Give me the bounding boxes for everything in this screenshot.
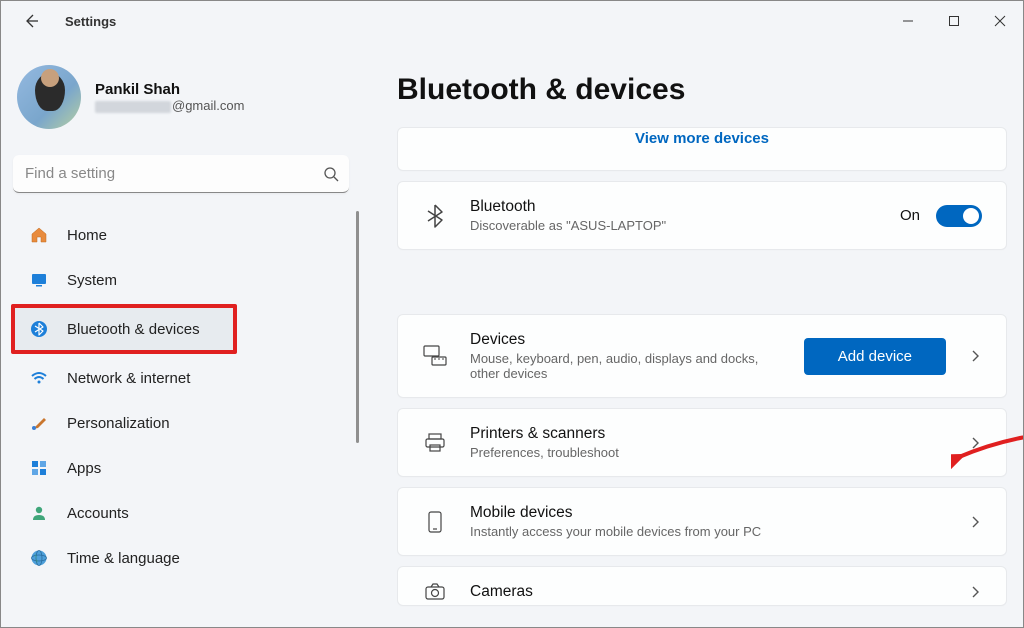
sidebar-item-label: Home: [67, 227, 107, 244]
bluetooth-subtitle: Discoverable as "ASUS-LAPTOP": [470, 218, 878, 233]
sidebar-item-personalization[interactable]: Personalization: [15, 402, 351, 444]
sidebar-item-bluetooth-devices[interactable]: Bluetooth & devices: [15, 308, 233, 350]
sidebar-scrollbar[interactable]: [356, 211, 359, 443]
app-title: Settings: [65, 14, 116, 29]
view-more-link[interactable]: View more devices: [635, 130, 769, 147]
bluetooth-text: Bluetooth Discoverable as "ASUS-LAPTOP": [470, 198, 878, 233]
close-icon: [994, 15, 1006, 27]
brush-icon: [29, 413, 49, 433]
sidebar-item-home[interactable]: Home: [15, 214, 351, 256]
devices-subtitle: Mouse, keyboard, pen, audio, displays an…: [470, 351, 782, 381]
nav: Home System Bluetooth & devices: [9, 211, 357, 582]
system-icon: [29, 270, 49, 290]
chevron-right-icon: [968, 349, 982, 363]
mobile-icon: [422, 511, 448, 533]
bluetooth-toggle-group: On: [900, 205, 982, 227]
add-device-button[interactable]: Add device: [804, 338, 946, 375]
mobile-title: Mobile devices: [470, 504, 946, 522]
bluetooth-state-label: On: [900, 207, 920, 224]
avatar: [17, 65, 81, 129]
devices-icon: [422, 345, 448, 367]
sidebar-item-apps[interactable]: Apps: [15, 447, 351, 489]
devices-text: Devices Mouse, keyboard, pen, audio, dis…: [470, 331, 782, 381]
maximize-button[interactable]: [931, 5, 977, 37]
devices-title: Devices: [470, 331, 782, 349]
bluetooth-title: Bluetooth: [470, 198, 878, 216]
bluetooth-toggle[interactable]: [936, 205, 982, 227]
email-redacted: [95, 101, 171, 113]
page-title: Bluetooth & devices: [397, 73, 1007, 107]
chevron-right-icon: [968, 515, 982, 529]
titlebar: Settings: [1, 1, 1023, 41]
sidebar-item-accounts[interactable]: Accounts: [15, 492, 351, 534]
profile-text: Pankil Shah @gmail.com: [95, 81, 244, 113]
sidebar-item-label: Personalization: [67, 415, 170, 432]
sidebar-item-network[interactable]: Network & internet: [15, 357, 351, 399]
mobile-devices-card[interactable]: Mobile devices Instantly access your mob…: [397, 487, 1007, 556]
sidebar-item-label: Network & internet: [67, 370, 190, 387]
apps-icon: [29, 458, 49, 478]
titlebar-left: Settings: [15, 9, 116, 33]
search-icon: [323, 166, 339, 182]
camera-icon: [422, 583, 448, 601]
minimize-icon: [902, 15, 914, 27]
annotation-highlight-box: Bluetooth & devices: [11, 304, 237, 354]
chevron-right-icon: [968, 436, 982, 450]
sidebar-item-time-language[interactable]: Time & language: [15, 537, 351, 579]
layout: Pankil Shah @gmail.com Home: [1, 41, 1023, 627]
bluetooth-icon: [422, 203, 448, 229]
sidebar-item-label: Time & language: [67, 550, 180, 567]
main-content: Bluetooth & devices View more devices Bl…: [361, 41, 1023, 627]
sidebar: Pankil Shah @gmail.com Home: [1, 41, 361, 627]
email-domain: @gmail.com: [172, 98, 244, 113]
printers-subtitle: Preferences, troubleshoot: [470, 445, 946, 460]
printers-title: Printers & scanners: [470, 425, 946, 443]
globe-icon: [29, 548, 49, 568]
search-input[interactable]: [13, 155, 349, 193]
mobile-text: Mobile devices Instantly access your mob…: [470, 504, 946, 539]
printers-card[interactable]: Printers & scanners Preferences, trouble…: [397, 408, 1007, 477]
person-icon: [29, 503, 49, 523]
printers-text: Printers & scanners Preferences, trouble…: [470, 425, 946, 460]
bluetooth-icon: [29, 319, 49, 339]
bluetooth-card: Bluetooth Discoverable as "ASUS-LAPTOP" …: [397, 181, 1007, 250]
back-button[interactable]: [15, 9, 47, 33]
sidebar-item-label: Apps: [67, 460, 101, 477]
chevron-right-icon: [968, 585, 982, 599]
sidebar-item-label: Accounts: [67, 505, 129, 522]
printer-icon: [422, 433, 448, 453]
sidebar-item-label: Bluetooth & devices: [67, 321, 200, 338]
back-arrow-icon: [23, 13, 39, 29]
view-more-card[interactable]: View more devices: [397, 127, 1007, 171]
sidebar-item-system[interactable]: System: [15, 259, 351, 301]
search-container: [13, 155, 349, 193]
mobile-subtitle: Instantly access your mobile devices fro…: [470, 524, 946, 539]
devices-card[interactable]: Devices Mouse, keyboard, pen, audio, dis…: [397, 314, 1007, 398]
minimize-button[interactable]: [885, 5, 931, 37]
window-controls: [885, 5, 1023, 37]
sidebar-item-label: System: [67, 272, 117, 289]
wifi-icon: [29, 368, 49, 388]
cameras-title: Cameras: [470, 583, 946, 601]
cameras-card[interactable]: Cameras: [397, 566, 1007, 606]
profile-email: @gmail.com: [95, 98, 244, 113]
close-button[interactable]: [977, 5, 1023, 37]
cameras-text: Cameras: [470, 583, 946, 601]
profile-name: Pankil Shah: [95, 81, 244, 98]
home-icon: [29, 225, 49, 245]
profile[interactable]: Pankil Shah @gmail.com: [9, 57, 357, 137]
maximize-icon: [948, 15, 960, 27]
